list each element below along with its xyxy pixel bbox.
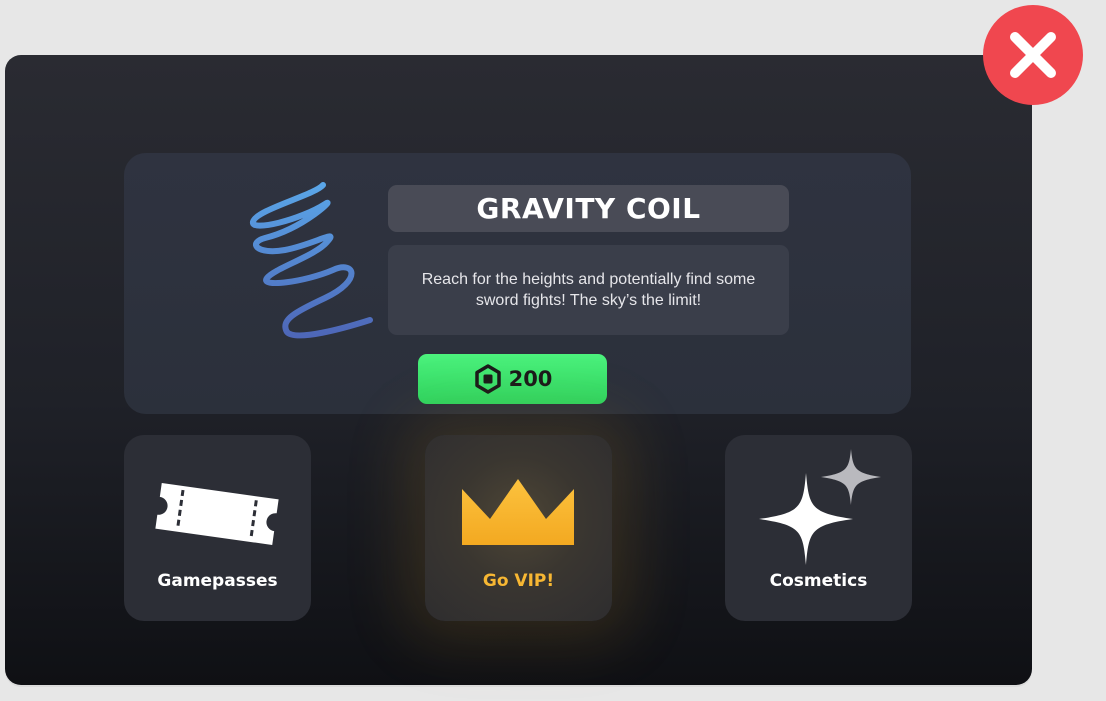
ticket-icon — [155, 483, 279, 545]
close-icon — [1010, 32, 1056, 78]
gamepasses-button[interactable]: Gamepasses — [124, 435, 311, 621]
item-title: GRAVITY COIL — [476, 192, 701, 225]
close-button[interactable] — [983, 5, 1083, 105]
gravity-coil-icon — [250, 182, 373, 339]
sparkles-icon — [759, 449, 881, 565]
shop-screen: GRAVITY COIL Reach for the heights and p… — [0, 0, 1106, 701]
gamepasses-label: Gamepasses — [157, 571, 278, 591]
cosmetics-button[interactable]: Cosmetics — [725, 435, 912, 621]
vip-button[interactable]: Go VIP! — [425, 435, 612, 621]
price-label: 200 — [508, 367, 553, 391]
item-description-box: Reach for the heights and potentially fi… — [388, 245, 789, 335]
cosmetics-label: Cosmetics — [769, 571, 868, 591]
buy-button[interactable]: 200 — [418, 354, 607, 404]
vip-label: Go VIP! — [482, 571, 555, 591]
robux-icon — [474, 364, 501, 394]
crown-icon — [462, 479, 574, 545]
item-description: Reach for the heights and potentially fi… — [421, 271, 756, 309]
item-title-box: GRAVITY COIL — [388, 185, 789, 232]
